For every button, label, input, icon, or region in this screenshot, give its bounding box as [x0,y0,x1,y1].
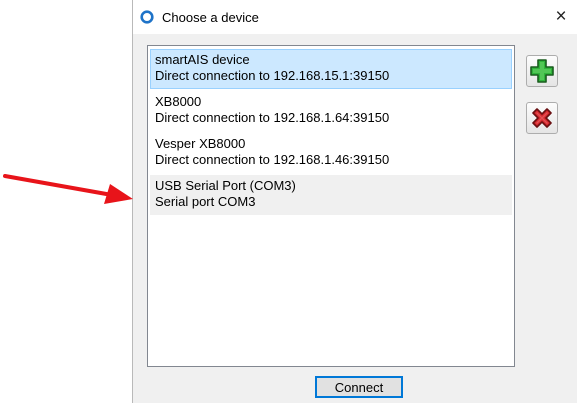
window-title: Choose a device [162,10,259,25]
device-detail: Direct connection to 192.168.1.46:39150 [155,152,390,167]
device-list[interactable]: smartAIS device Direct connection to 192… [147,45,515,367]
connect-button[interactable]: Connect [315,376,403,398]
device-name: XB8000 [155,94,202,109]
red-x-icon [532,108,552,128]
device-name: Vesper XB8000 [155,136,246,151]
green-plus-icon [530,59,554,83]
title-bar: Choose a device × [133,0,577,34]
list-item-usb-serial[interactable]: USB Serial Port (COM3) Serial port COM3 [150,175,512,215]
device-detail: Direct connection to 192.168.1.64:39150 [155,110,390,125]
close-button[interactable]: × [544,0,577,34]
remove-device-button[interactable] [526,102,558,134]
red-arrow-annotation [3,174,133,204]
device-detail: Direct connection to 192.168.15.1:39150 [155,68,390,83]
device-detail: Serial port COM3 [155,194,256,209]
list-item-xb8000[interactable]: XB8000 Direct connection to 192.168.1.64… [150,91,512,131]
choose-device-dialog: Choose a device × smartAIS device Direct… [132,0,577,403]
app-logo-icon [140,10,154,24]
add-device-button[interactable] [526,55,558,87]
list-item-vesper-xb8000[interactable]: Vesper XB8000 Direct connection to 192.1… [150,133,512,173]
device-name: USB Serial Port (COM3) [155,178,296,193]
list-item-smartais[interactable]: smartAIS device Direct connection to 192… [150,49,512,89]
device-name: smartAIS device [155,52,250,67]
